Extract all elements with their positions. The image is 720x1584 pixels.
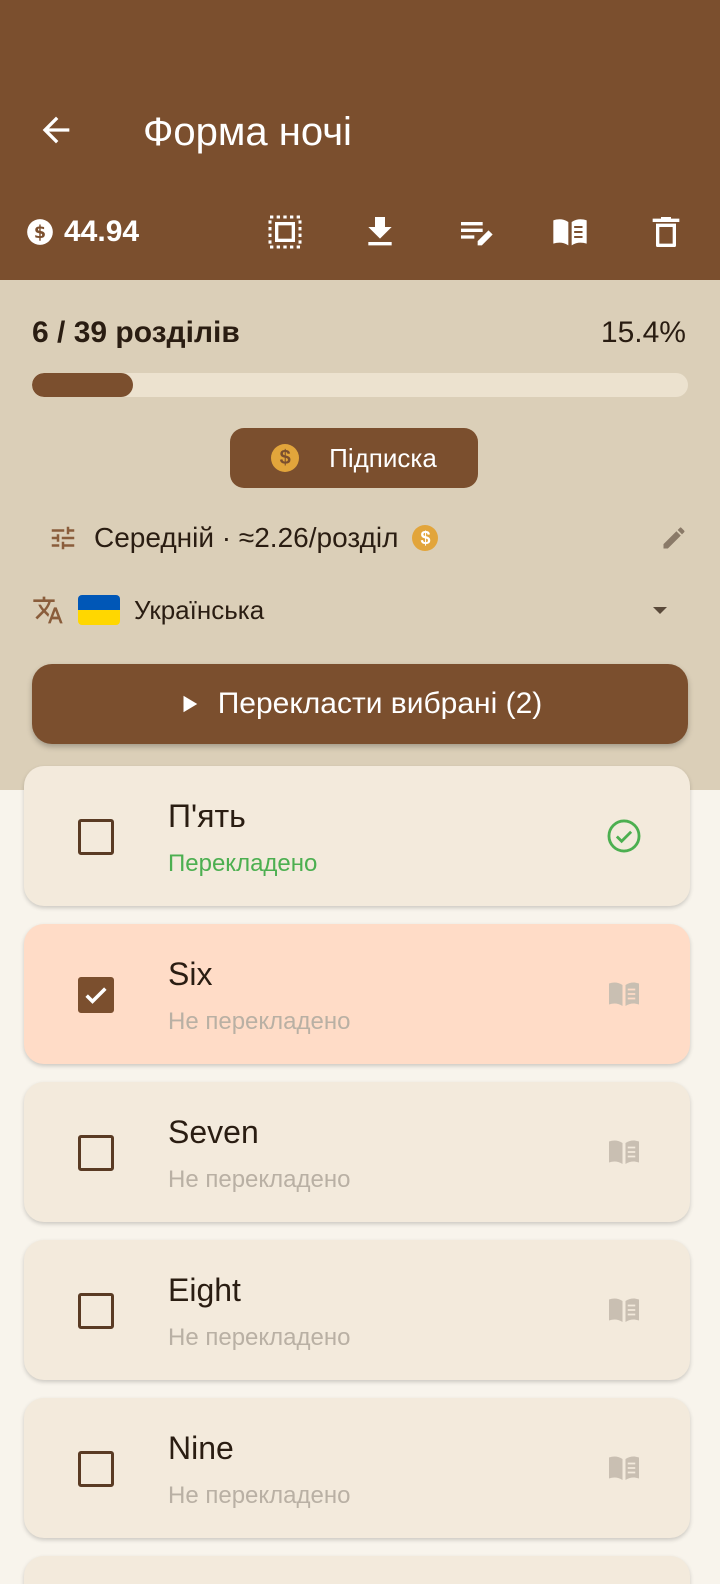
edit-list-button[interactable]	[452, 208, 500, 256]
reader-button[interactable]	[546, 208, 594, 256]
page-title: Форма ночі	[143, 110, 352, 154]
chapter-card[interactable]: П'ять Перекладено	[24, 766, 690, 906]
chapter-status: Не перекладено	[168, 1166, 351, 1193]
chapter-card[interactable]: Eight Не перекладено	[24, 1240, 690, 1380]
chapter-title: П'ять	[168, 798, 246, 834]
read-chapter-button[interactable]	[604, 974, 644, 1014]
read-chapter-button[interactable]	[604, 1132, 644, 1172]
subscription-button[interactable]: $ Підписка	[230, 428, 478, 488]
translate-selected-button[interactable]: Перекласти вибрані (2)	[32, 664, 688, 744]
ukraine-flag-icon	[78, 595, 120, 625]
tier-row: Середній · ≈2.26/розділ $	[48, 514, 688, 562]
chapter-checkbox[interactable]	[78, 977, 114, 1013]
trash-icon	[652, 217, 680, 247]
chapter-card[interactable]: Nine Не перекладено	[24, 1398, 690, 1538]
check-circle-icon	[607, 819, 641, 853]
top-app-bar: Форма ночі $ 44.94	[0, 0, 720, 280]
svg-text:$: $	[34, 223, 46, 243]
chapter-title: Seven	[168, 1114, 259, 1150]
book-open-icon	[609, 1140, 639, 1164]
download-button[interactable]	[356, 208, 404, 256]
balance-display: $ 44.94	[26, 210, 139, 254]
progress-bar	[32, 373, 688, 397]
chapter-card[interactable]: Six Не перекладено	[24, 924, 690, 1064]
chapter-title: Eight	[168, 1272, 241, 1308]
chapter-status: Не перекладено	[168, 1482, 351, 1509]
balance-value: 44.94	[64, 215, 140, 248]
chapter-status: Не перекладено	[168, 1008, 351, 1035]
chapter-status: Перекладено	[168, 850, 318, 877]
chapter-card[interactable]: Seven Не перекладено	[24, 1082, 690, 1222]
edit-tier-button[interactable]	[656, 520, 692, 556]
pencil-icon	[663, 527, 685, 549]
playlist-edit-icon	[461, 222, 493, 246]
dollar-coin-icon: $	[27, 219, 53, 245]
book-open-icon	[609, 982, 639, 1006]
delete-button[interactable]	[642, 208, 690, 256]
subscription-label: Підписка	[329, 442, 437, 473]
chapter-checkbox[interactable]	[78, 1451, 114, 1487]
chapter-status: Не перекладено	[168, 1324, 351, 1351]
translation-panel: 6 / 39 розділів 15.4% $ Підписка Середні…	[0, 280, 720, 790]
arrow-back-icon	[42, 116, 70, 144]
chapter-title: Six	[168, 956, 213, 992]
translate-icon	[33, 596, 63, 624]
translated-status	[604, 816, 644, 856]
read-chapter-button[interactable]	[604, 1290, 644, 1330]
checkmark-icon	[85, 987, 107, 1004]
chapter-checkbox[interactable]	[78, 819, 114, 855]
book-open-icon	[609, 1298, 639, 1322]
coin-icon: $	[271, 444, 300, 472]
dropdown-caret-icon	[653, 607, 667, 614]
book-open-icon	[553, 219, 587, 246]
tune-icon	[51, 526, 75, 550]
select-all-button[interactable]	[261, 208, 309, 256]
play-icon	[183, 695, 197, 713]
progress-percent: 15.4%	[600, 316, 686, 349]
progress-bar-fill	[32, 373, 134, 397]
coin-icon: $	[412, 525, 439, 551]
translate-button-label: Перекласти вибрані (2)	[217, 687, 543, 720]
read-chapter-button[interactable]	[604, 1448, 644, 1488]
download-icon	[368, 217, 392, 246]
chapter-title: Nine	[168, 1430, 234, 1466]
chapter-card[interactable]	[24, 1556, 690, 1584]
select-all-icon	[268, 215, 302, 249]
chapter-checkbox[interactable]	[78, 1135, 114, 1171]
language-name: Українська	[134, 594, 265, 625]
chapters-progress-label: 6 / 39 розділів	[32, 316, 240, 349]
language-selector[interactable]: Українська	[32, 586, 682, 634]
book-open-icon	[609, 1456, 639, 1480]
tier-text: Середній · ≈2.26/розділ	[94, 522, 399, 553]
back-button[interactable]	[34, 108, 78, 152]
chapter-checkbox[interactable]	[78, 1293, 114, 1329]
